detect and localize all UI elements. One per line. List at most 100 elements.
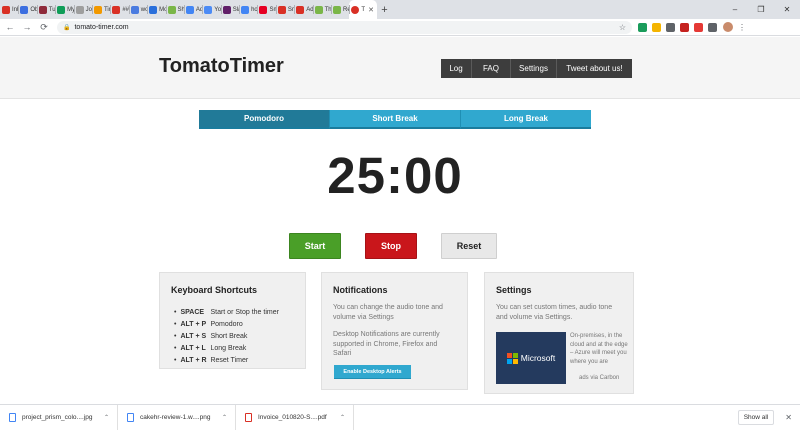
browser-tab[interactable]: Tim: [91, 0, 110, 19]
tab-short-break[interactable]: Short Break: [330, 110, 461, 129]
shortcut-action: Long Break: [210, 344, 247, 352]
browser-tab[interactable]: Inbo: [0, 0, 18, 19]
shortcut-action: Pomodoro: [210, 320, 243, 328]
tab-favicon-icon: [296, 5, 305, 14]
download-item[interactable]: project_prism_colo....jpg ⌃: [0, 404, 118, 430]
notifications-support-text: Desktop Notifications are currently supp…: [333, 331, 440, 357]
tomato-favicon-icon: [351, 5, 360, 14]
tab-favicon-icon: [38, 5, 47, 14]
extensions-area: [638, 22, 717, 32]
ad-text[interactable]: On-premises, in the cloud and at the edg…: [570, 332, 628, 366]
profile-avatar[interactable]: [723, 22, 733, 32]
tab-favicon-icon: [185, 5, 194, 14]
window-controls: – ❐ ✕: [722, 0, 800, 19]
stop-button[interactable]: Stop: [365, 233, 417, 259]
microsoft-logo-icon: [506, 352, 518, 364]
browser-tab-strip: InboObliTumMy cJoeTim## TworlMoliShoAdsY…: [0, 0, 800, 19]
nav-settings[interactable]: Settings: [511, 59, 557, 78]
show-all-button[interactable]: Show all: [738, 409, 774, 425]
extension-icon[interactable]: [680, 22, 689, 32]
browser-tab[interactable]: The: [312, 0, 331, 19]
download-filename: project_prism_colo....jpg: [22, 413, 93, 421]
microsoft-ad-image[interactable]: Microsoft: [496, 332, 566, 384]
shortcut-list: SPACE Start or Stop the timer ALT + PPomod…: [174, 306, 305, 366]
browser-tab[interactable]: Smu: [275, 0, 294, 19]
browser-tab[interactable]: Slac: [220, 0, 239, 19]
new-tab-button[interactable]: +: [377, 0, 391, 19]
tab-favicon-icon: [277, 5, 286, 14]
tab-pomodoro[interactable]: Pomodoro: [199, 110, 330, 129]
shortcut-action: Reset Timer: [210, 356, 249, 364]
ad-attribution[interactable]: ads via Carbon: [579, 375, 619, 381]
nav-faq[interactable]: FAQ: [472, 59, 511, 78]
browser-tab[interactable]: Rem: [331, 0, 349, 19]
shortcut-item: ALT + L Long Break: [174, 342, 305, 354]
extension-icon[interactable]: [708, 22, 717, 32]
browser-tab[interactable]: Sho: [165, 0, 184, 19]
site-logo[interactable]: TomatoTimer: [159, 55, 284, 78]
tab-favicon-icon: [57, 5, 66, 14]
browser-tab[interactable]: Joe: [73, 0, 92, 19]
browser-tab[interactable]: worl: [128, 0, 147, 19]
nav-log[interactable]: Log: [441, 59, 472, 78]
tab-favicon-icon: [222, 5, 231, 14]
settings-text: You can set custom times, audio tone and…: [496, 304, 613, 321]
browser-tab[interactable]: Ads: [183, 0, 202, 19]
tab-long-break[interactable]: Long Break: [461, 110, 591, 129]
download-item[interactable]: Invoice_010820-S....pdf ⌃: [236, 404, 354, 430]
enable-desktop-alerts-button[interactable]: Enable Desktop Alerts: [334, 365, 411, 379]
browser-tab[interactable]: Your: [202, 0, 221, 19]
reset-button[interactable]: Reset: [441, 233, 497, 259]
shortcut-item: ALT + PPomodoro: [174, 318, 305, 330]
back-icon[interactable]: ←: [3, 22, 17, 32]
extension-icon[interactable]: [652, 22, 661, 32]
minimize-button[interactable]: –: [722, 5, 748, 14]
browser-tab[interactable]: Smu: [257, 0, 276, 19]
chevron-up-icon[interactable]: ⌃: [340, 414, 345, 421]
download-item[interactable]: cakehr-review-1.w....png ⌃: [118, 404, 236, 430]
shortcut-item: ALT + SShort Break: [174, 330, 305, 342]
shortcut-key: ALT + S: [180, 332, 207, 340]
menu-icon[interactable]: ⋮: [738, 23, 746, 32]
maximize-button[interactable]: ❐: [748, 5, 774, 14]
shortcut-action: Start or Stop the timer: [210, 308, 279, 316]
download-filename: Invoice_010820-S....pdf: [258, 413, 327, 421]
browser-tab[interactable]: hom: [239, 0, 257, 19]
site-header: TomatoTimer Log FAQ Settings Tweet about us…: [0, 37, 800, 99]
browser-tab[interactable]: My c: [55, 0, 74, 19]
browser-tab[interactable]: Tum: [36, 0, 55, 19]
lock-icon: 🔒: [63, 24, 71, 31]
tab-favicon-icon: [259, 5, 268, 14]
reload-icon[interactable]: ⟳: [37, 22, 51, 33]
tab-favicon-icon: [93, 5, 102, 14]
bookmark-star-icon[interactable]: ☆: [619, 23, 626, 32]
tab-favicon-icon: [75, 5, 84, 14]
close-icon[interactable]: ✕: [785, 413, 792, 422]
notifications-card: Notifications You can change the audio t…: [321, 272, 468, 390]
shortcut-action: Short Break: [210, 332, 248, 340]
chevron-up-icon[interactable]: ⌃: [222, 414, 227, 421]
tab-close-icon[interactable]: ✕: [368, 6, 374, 14]
close-window-button[interactable]: ✕: [774, 5, 800, 14]
start-button[interactable]: Start: [289, 233, 341, 259]
url-text: tomato-timer.com: [74, 23, 129, 31]
extension-icon[interactable]: [638, 22, 647, 32]
image-file-icon: [9, 412, 16, 422]
browser-toolbar: ← → ⟳ 🔒 tomato-timer.com ☆ ⋮: [0, 19, 800, 36]
download-filename: cakehr-review-1.w....png: [140, 413, 211, 421]
settings-card: Settings You can set custom times, audio…: [484, 272, 634, 394]
browser-tab-active[interactable]: T ✕: [349, 0, 378, 19]
tab-favicon-icon: [149, 5, 158, 14]
browser-tab[interactable]: ## T: [110, 0, 129, 19]
shortcut-key: SPACE: [180, 308, 205, 316]
nav-tweet-about-us[interactable]: Tweet about us!: [557, 59, 632, 78]
browser-tab[interactable]: Moli: [147, 0, 166, 19]
address-bar[interactable]: 🔒 tomato-timer.com ☆: [57, 20, 632, 34]
extension-icon[interactable]: [694, 22, 703, 32]
chevron-up-icon[interactable]: ⌃: [104, 414, 109, 421]
browser-tab[interactable]: Obli: [18, 0, 37, 19]
forward-icon[interactable]: →: [20, 22, 34, 32]
extension-icon[interactable]: [666, 22, 675, 32]
browser-tab[interactable]: Adri: [294, 0, 313, 19]
card-title: Keyboard Shortcuts: [171, 285, 258, 295]
